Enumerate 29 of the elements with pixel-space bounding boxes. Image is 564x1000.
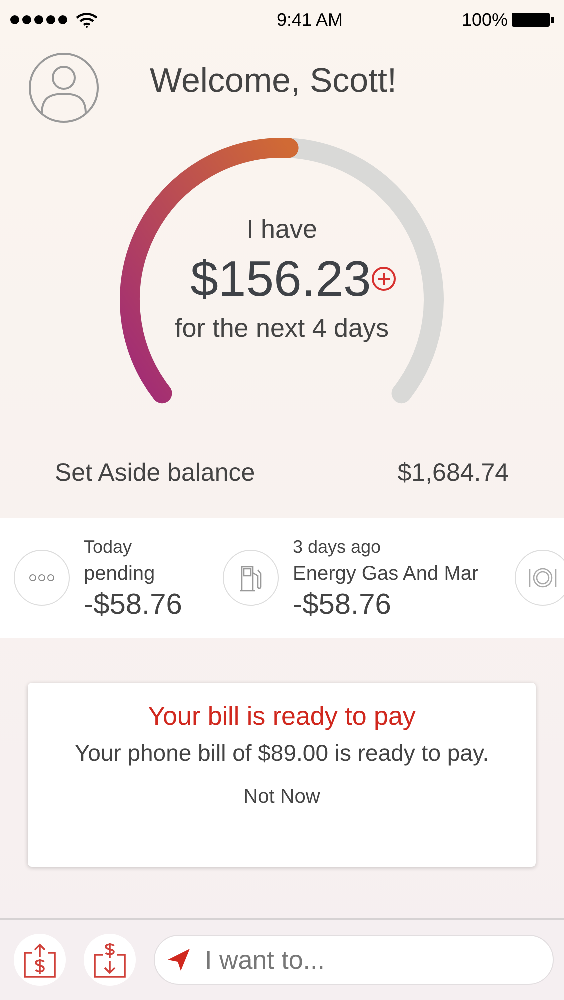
caption-text: I have [246,213,318,246]
bill-title: Your bill is ready to pay [148,700,416,733]
welcome-heading: Welcome, Scott! [150,61,397,102]
caption-text: for the next 4 days [175,312,389,345]
transaction-date: Today [84,536,134,559]
battery-percent: 100% [462,8,508,32]
avatar-icon[interactable] [28,52,100,124]
clock-time: 9:41 AM [276,8,343,32]
not-now-button[interactable]: Not Now [238,782,326,812]
transaction-date: 3 days ago [293,536,382,559]
amount-text: $156.23 [190,250,372,309]
bill-message: Your phone bill of $89.00 is ready to pay. [74,739,490,768]
transaction-name: Energy Gas And Mar [293,562,480,587]
balance-label: Set Aside balance [55,458,256,490]
download-dollar-icon [92,941,128,979]
balance-value: $1,684.74 [398,458,509,490]
transaction-amount: -$58.76 [293,589,392,621]
dots-icon [29,574,55,582]
signal-icon [10,15,70,25]
transaction-name: pending [84,562,156,587]
add-icon[interactable] [371,266,398,292]
navigation-arrow-icon [167,948,191,972]
upload-dollar-icon [22,941,58,979]
transaction-amount: -$58.76 [84,589,184,621]
fuel-pump-icon [239,564,263,592]
wifi-icon [76,12,98,28]
battery-icon [512,12,554,28]
command-bar[interactable]: I want to... [154,935,554,985]
plate-icon [528,566,558,590]
